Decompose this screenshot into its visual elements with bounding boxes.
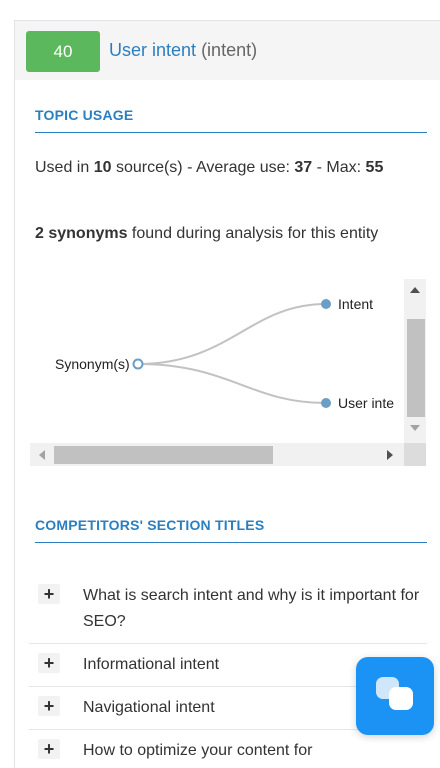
competitors-titles-heading: COMPETITORS' SECTION TITLES [35,517,427,543]
vertical-scrollbar[interactable] [404,279,426,443]
graph-node-label-user-intent: User inte [338,395,394,411]
section-title-text: How to optimize your content for [83,742,313,759]
graph-node-label-intent: Intent [338,296,373,312]
max-separator: - Max: [312,159,366,176]
list-item: + What is search intent and why is it im… [29,575,427,644]
source-count: 10 [93,159,112,176]
entity-card: 40 User intent (intent) TOPIC USAGE Used… [14,20,440,768]
usage-stats: Used in 10 source(s) - Average use: 37 -… [35,155,427,181]
entity-header: 40 User intent (intent) [15,21,440,80]
plus-icon[interactable]: + [38,653,60,673]
average-use: 37 [294,159,313,176]
list-item: + How to optimize your content for [29,730,427,768]
scroll-up-arrow-icon[interactable] [410,287,420,293]
section-title-text: Navigational intent [83,699,215,716]
horizontal-scrollbar[interactable] [30,443,426,466]
vertical-scroll-thumb[interactable] [407,319,425,417]
horizontal-scroll-thumb[interactable] [54,446,273,464]
topic-usage-heading: TOPIC USAGE [35,107,427,133]
plus-icon[interactable]: + [38,696,60,716]
graph-node-intent[interactable] [321,299,331,309]
graph-edge-intent [137,303,327,365]
section-title-text: Informational intent [83,656,220,673]
section-title-text: What is search intent and why is it impo… [83,587,420,630]
synonyms-count: 2 synonyms [35,225,128,242]
used-in-suffix: source(s) - Average use: [111,159,295,176]
score-badge: 40 [26,31,100,72]
graph-root-label: Synonym(s) [55,356,130,372]
synonym-graph-svg: Synonym(s) Intent User inte [55,296,394,411]
used-in-prefix: Used in [35,159,94,176]
entity-title: User intent (intent) [109,38,257,62]
max-use: 55 [365,159,384,176]
graph-edge-user-intent [137,363,327,404]
chat-bubbles-icon [376,677,413,710]
synonyms-suffix: found during analysis for this entity [127,225,379,242]
scroll-down-arrow-icon[interactable] [410,425,420,431]
scroll-left-arrow-icon[interactable] [39,450,45,460]
entity-id: (intent) [201,40,258,60]
graph-root-node[interactable] [132,358,144,370]
scroll-right-arrow-icon[interactable] [387,450,393,460]
plus-icon[interactable]: + [38,739,60,759]
page: 40 User intent (intent) TOPIC USAGE Used… [0,0,440,768]
chat-widget-button[interactable] [356,657,434,735]
scrollbar-corner [404,443,426,466]
synonyms-summary: 2 synonyms found during analysis for thi… [35,221,427,247]
plus-icon[interactable]: + [38,584,60,604]
synonym-graph: Synonym(s) Intent User inte [30,279,426,466]
graph-node-user-intent[interactable] [321,398,331,408]
entity-name-link[interactable]: User intent [109,40,196,60]
